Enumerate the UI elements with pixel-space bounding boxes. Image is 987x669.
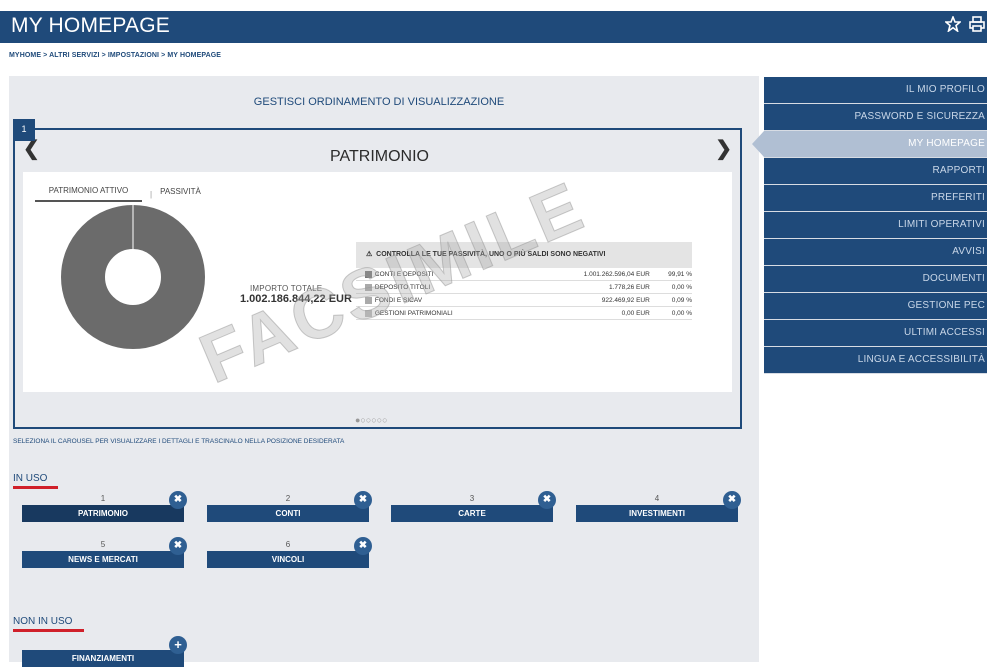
carousel-hint: SELEZIONA IL CAROUSEL PER VISUALIZZARE I… xyxy=(13,438,345,445)
chip-label[interactable]: CONTI xyxy=(207,505,369,522)
tab-passivita[interactable]: PASSIVITÀ xyxy=(160,187,201,201)
page-title: MY HOMEPAGE xyxy=(11,14,170,37)
row-pct: 0,00 % xyxy=(671,284,693,291)
sidebar-item-lingua-e-accessibilita[interactable]: LINGUA E ACCESSIBILITÀ xyxy=(764,347,987,374)
in-uso-title: IN USO xyxy=(13,473,48,484)
sidebar-item-ultimi-accessi[interactable]: ULTIMI ACCESSI xyxy=(764,320,987,347)
sidebar-item-limiti-operativi[interactable]: LIMITI OPERATIVI xyxy=(764,212,987,239)
non-in-uso-underline xyxy=(13,629,84,632)
chip-label[interactable]: PATRIMONIO xyxy=(22,505,184,522)
chip-number: 5 xyxy=(100,540,106,549)
in-uso-underline xyxy=(13,486,58,489)
chip-number: 6 xyxy=(285,540,291,549)
carousel-patrimonio[interactable]: ❮ ❯ PATRIMONIO PATRIMONIO ATTIVO | PASSI… xyxy=(13,128,742,429)
carousel-title: PATRIMONIO xyxy=(330,148,429,165)
tab-patrimonio-attivo[interactable]: PATRIMONIO ATTIVO xyxy=(35,186,142,202)
chip-number: 2 xyxy=(285,494,291,503)
chip-investimenti[interactable]: 4 INVESTIMENTI ✖ xyxy=(576,491,741,524)
breadcrumb: MYHOME > ALTRI SERVIZI > IMPOSTAZIONI > … xyxy=(9,52,222,59)
top-header: MY HOMEPAGE xyxy=(0,11,987,43)
print-icon[interactable] xyxy=(969,16,985,37)
sidebar-item-rapporti[interactable]: RAPPORTI xyxy=(764,158,987,185)
row-amount: 1.778,26 EUR xyxy=(608,284,650,291)
remove-icon[interactable]: ✖ xyxy=(538,491,556,509)
sidebar-item-password-e-sicurezza[interactable]: PASSWORD E SICUREZZA xyxy=(764,104,987,131)
sidebar-item-il-mio-profilo[interactable]: IL MIO PROFILO xyxy=(764,77,987,104)
sidebar-item-documenti[interactable]: DOCUMENTI xyxy=(764,266,987,293)
chip-label[interactable]: INVESTIMENTI xyxy=(576,505,738,522)
tab-separator: | xyxy=(150,189,153,199)
row-pct: 99,91 % xyxy=(668,271,693,278)
chip-news-e-mercati[interactable]: 5 NEWS E MERCATI ✖ xyxy=(22,537,187,570)
row-amount: 1.001.262.596,04 EUR xyxy=(583,271,650,278)
chip-label[interactable]: NEWS E MERCATI xyxy=(22,551,184,568)
remove-icon[interactable]: ✖ xyxy=(169,537,187,555)
star-icon[interactable] xyxy=(943,14,963,37)
sidebar-item-avvisi[interactable]: AVVISI xyxy=(764,239,987,266)
chip-number: 3 xyxy=(469,494,475,503)
sidebar-item-gestione-pec[interactable]: GESTIONE PEC xyxy=(764,293,987,320)
chip-number: 4 xyxy=(654,494,660,503)
sidebar-item-my-homepage[interactable]: MY HOMEPAGE xyxy=(752,131,987,158)
row-amount: 922.469,92 EUR xyxy=(601,297,650,304)
carousel-dots[interactable]: ●○○○○○ xyxy=(355,415,388,425)
remove-icon[interactable]: ✖ xyxy=(354,537,372,555)
chip-label[interactable]: CARTE xyxy=(391,505,553,522)
non-in-uso-title: NON IN USO xyxy=(13,616,73,627)
chip-vincoli[interactable]: 6 VINCOLI ✖ xyxy=(207,537,372,570)
chip-carte[interactable]: 3 CARTE ✖ xyxy=(391,491,556,524)
patrimonio-card: PATRIMONIO ATTIVO | PASSIVITÀ IMPORTO TO… xyxy=(23,166,732,398)
sidebar-item-preferiti[interactable]: PREFERITI xyxy=(764,185,987,212)
sidebar: IL MIO PROFILO PASSWORD E SICUREZZA MY H… xyxy=(752,77,987,374)
row-pct: 0,00 % xyxy=(671,310,693,317)
row-pct: 0,09 % xyxy=(671,297,693,304)
chip-conti[interactable]: 2 CONTI ✖ xyxy=(207,491,372,524)
chip-patrimonio[interactable]: 1 PATRIMONIO ✖ xyxy=(22,491,187,524)
chip-number: 1 xyxy=(100,494,106,503)
chip-label[interactable]: FINANZIAMENTI xyxy=(22,650,184,667)
remove-icon[interactable]: ✖ xyxy=(354,491,372,509)
section-heading: GESTISCI ORDINAMENTO DI VISUALIZZAZIONE xyxy=(253,96,505,108)
remove-icon[interactable]: ✖ xyxy=(723,491,741,509)
main-panel: GESTISCI ORDINAMENTO DI VISUALIZZAZIONE … xyxy=(9,76,759,667)
add-icon[interactable]: + xyxy=(169,636,187,654)
row-amount: 0,00 EUR xyxy=(621,310,650,317)
remove-icon[interactable]: ✖ xyxy=(169,491,187,509)
carousel-index-badge: 1 xyxy=(13,119,35,141)
chip-finanziamenti[interactable]: FINANZIAMENTI + xyxy=(22,636,187,669)
donut-chart xyxy=(61,205,205,349)
chip-label[interactable]: VINCOLI xyxy=(207,551,369,568)
